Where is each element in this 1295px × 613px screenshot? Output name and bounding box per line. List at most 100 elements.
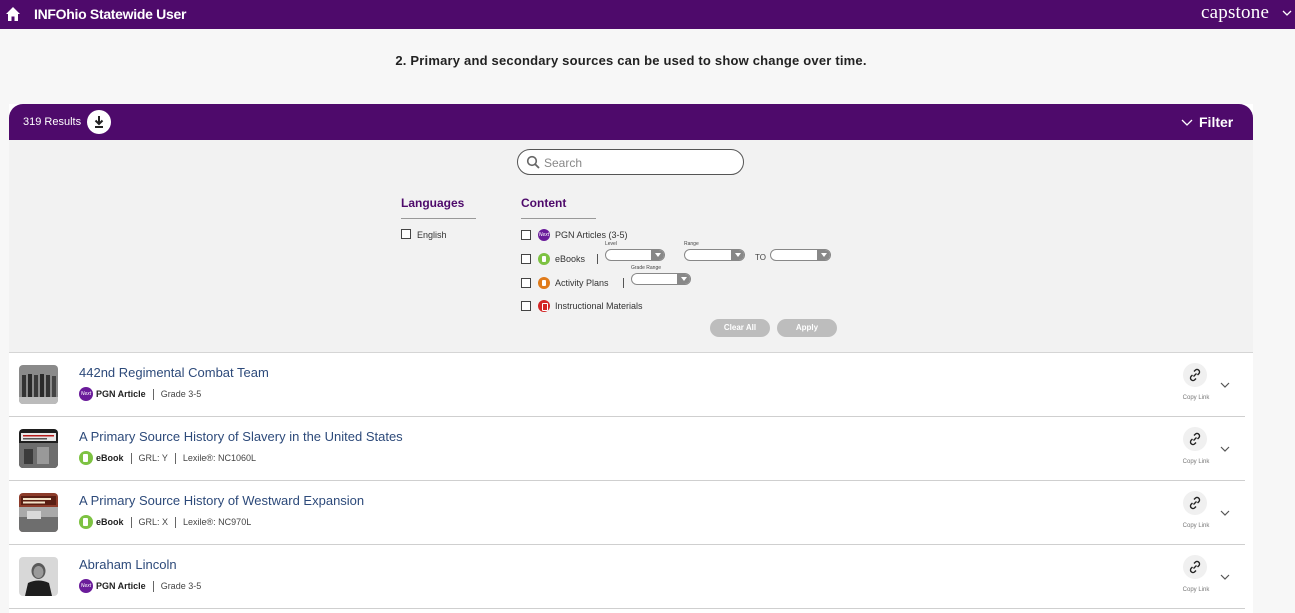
copy-link-label: Copy Link <box>1182 459 1210 465</box>
instructional-materials-label: Instructional Materials <box>555 301 643 311</box>
clear-all-button[interactable]: Clear All <box>710 319 770 337</box>
range-to-label: TO <box>755 253 766 262</box>
result-meta: Next PGN Article Grade 3-5 <box>79 387 201 401</box>
top-bar: INFOhio Statewide User capstone <box>0 0 1295 29</box>
ebook-icon <box>79 515 93 529</box>
separator <box>175 516 177 528</box>
languages-divider <box>401 218 476 219</box>
result-row[interactable]: A Primary Source History of Westward Exp… <box>9 481 1245 545</box>
ebook-icon <box>79 451 93 465</box>
filter-label: Filter <box>1199 114 1234 130</box>
chevron-down-icon <box>817 250 830 260</box>
chevron-down-icon <box>731 250 744 260</box>
result-meta: Next PGN Article Grade 3-5 <box>79 579 201 593</box>
chevron-down-icon[interactable] <box>1219 507 1231 519</box>
range-from-select[interactable] <box>684 249 745 261</box>
next-badge-icon: Next <box>79 579 93 593</box>
result-lexile: Lexile®: NC1060L <box>182 453 257 463</box>
result-meta: eBook GRL: Y Lexile®: NC1060L <box>79 451 256 465</box>
content-divider <box>521 218 596 219</box>
thumbnail-image <box>19 557 58 596</box>
result-lexile: Lexile®: NC970L <box>183 517 252 527</box>
chevron-down-icon[interactable] <box>1219 571 1231 583</box>
chevron-down-icon[interactable] <box>1219 379 1231 391</box>
level-select[interactable] <box>605 249 665 261</box>
level-label: Level <box>605 241 617 247</box>
result-type: PGN Article <box>96 581 146 591</box>
chevron-down-icon <box>651 250 664 260</box>
chevron-down-icon[interactable] <box>1281 7 1293 19</box>
ebook-icon <box>538 253 550 265</box>
results-header: 319 Results Filter <box>9 104 1253 140</box>
chevron-down-icon[interactable] <box>1219 443 1231 455</box>
apply-button[interactable]: Apply <box>777 319 837 337</box>
separator <box>152 580 154 592</box>
ebooks-label: eBooks <box>555 254 586 264</box>
copy-link-button[interactable] <box>1183 491 1207 515</box>
capstone-logo[interactable]: capstone <box>1201 2 1269 24</box>
next-badge-icon: Next <box>538 229 550 241</box>
separator <box>152 388 154 400</box>
copy-link-button[interactable] <box>1183 427 1207 451</box>
search-box[interactable] <box>517 149 744 175</box>
result-type: eBook <box>96 453 124 463</box>
search-icon <box>526 155 540 169</box>
activity-plans-checkbox[interactable] <box>521 278 531 288</box>
grade-range-label: Grade Range <box>631 265 662 271</box>
copy-link-label: Copy Link <box>1182 523 1210 529</box>
separator <box>597 254 598 264</box>
copy-link-label: Copy Link <box>1182 395 1210 401</box>
user-label: INFOhio Statewide User <box>34 6 187 22</box>
chevron-down-icon <box>677 274 690 284</box>
filter-area: Languages English Content Next PGN Artic… <box>9 140 1253 353</box>
separator <box>174 452 176 464</box>
result-title[interactable]: Abraham Lincoln <box>79 557 177 572</box>
separator <box>130 452 132 464</box>
download-icon <box>94 116 104 128</box>
content-heading: Content <box>521 196 567 210</box>
range-to-select[interactable] <box>770 249 831 261</box>
thumbnail-image <box>19 493 58 532</box>
range-label: Range <box>684 241 699 247</box>
filter-toggle[interactable]: Filter <box>1181 114 1233 130</box>
link-icon <box>1189 432 1201 446</box>
separator <box>623 278 624 288</box>
grade-range-select[interactable] <box>631 273 691 285</box>
languages-heading: Languages <box>401 196 465 210</box>
activity-plans-label: Activity Plans <box>555 278 609 288</box>
result-row[interactable]: Abraham Lincoln Next PGN Article Grade 3… <box>9 545 1245 609</box>
result-grade: Grade 3-5 <box>160 581 202 591</box>
download-button[interactable] <box>87 110 111 134</box>
separator <box>130 516 132 528</box>
chevron-down-icon <box>1181 119 1193 126</box>
instructional-materials-checkbox[interactable] <box>521 301 531 311</box>
result-title[interactable]: A Primary Source History of Westward Exp… <box>79 493 364 508</box>
pgn-articles-label: PGN Articles (3-5) <box>555 230 628 240</box>
link-icon <box>1189 368 1201 382</box>
link-icon <box>1189 560 1201 574</box>
result-title[interactable]: A Primary Source History of Slavery in t… <box>79 429 403 444</box>
ebooks-checkbox[interactable] <box>521 254 531 264</box>
search-input[interactable] <box>544 154 734 171</box>
next-badge-icon: Next <box>79 387 93 401</box>
home-icon[interactable] <box>5 6 21 22</box>
result-grl: GRL: X <box>138 517 169 527</box>
result-row[interactable]: 442nd Regimental Combat Team Next PGN Ar… <box>9 353 1245 417</box>
english-checkbox[interactable] <box>401 229 411 239</box>
result-title[interactable]: 442nd Regimental Combat Team <box>79 365 269 380</box>
copy-link-button[interactable] <box>1183 555 1207 579</box>
link-icon <box>1189 496 1201 510</box>
activity-plan-icon <box>538 277 550 289</box>
copy-link-button[interactable] <box>1183 363 1207 387</box>
standard-heading: 2. Primary and secondary sources can be … <box>395 53 867 68</box>
english-label: English <box>417 230 447 240</box>
result-meta: eBook GRL: X Lexile®: NC970L <box>79 515 251 529</box>
copy-link-label: Copy Link <box>1182 587 1210 593</box>
pgn-articles-checkbox[interactable] <box>521 230 531 240</box>
result-grl: GRL: Y <box>138 453 168 463</box>
results-count: 319 Results <box>23 116 82 128</box>
instructional-materials-icon <box>538 300 550 312</box>
thumbnail-image <box>19 365 58 404</box>
thumbnail-image <box>19 429 58 468</box>
result-row[interactable]: A Primary Source History of Slavery in t… <box>9 417 1245 481</box>
